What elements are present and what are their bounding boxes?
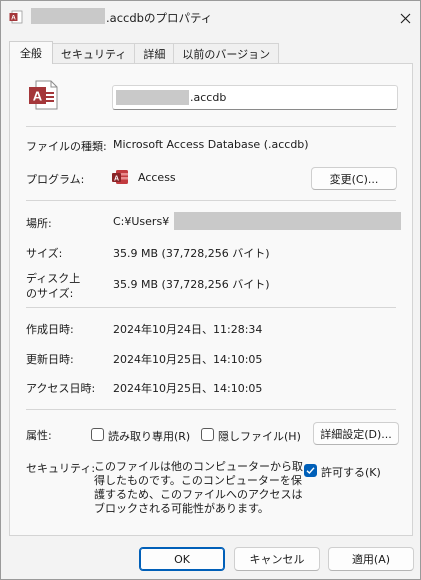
divider (26, 200, 396, 201)
location-value: C:¥Users¥ (113, 215, 170, 228)
ok-button[interactable]: OK (139, 547, 225, 571)
file-name-value: .accdb (190, 91, 227, 104)
checkmark-icon (306, 467, 315, 474)
close-icon (400, 13, 410, 23)
location-label: 場所: (26, 217, 52, 230)
window-title: .accdbのプロパティ (106, 11, 213, 25)
svg-text:A: A (114, 176, 119, 183)
tab-general[interactable]: 全般 (9, 41, 53, 64)
created-label: 作成日時: (26, 323, 74, 336)
divider (26, 409, 396, 410)
size-label: サイズ: (26, 247, 63, 260)
title-redaction (31, 8, 105, 24)
access-file-icon: A (9, 10, 23, 24)
accessed-label: アクセス日時: (26, 382, 96, 395)
unblock-checkbox[interactable] (304, 464, 317, 477)
created-value: 2024年10月24日、11:28:34 (113, 323, 263, 336)
apply-button[interactable]: 適用(A) (328, 547, 414, 571)
readonly-checkbox[interactable] (91, 428, 104, 441)
file-name-input[interactable]: .accdb (112, 85, 398, 110)
program-value: Access (138, 171, 176, 184)
file-type-value: Microsoft Access Database (.accdb) (113, 138, 309, 151)
divider (26, 126, 396, 127)
hidden-checkbox[interactable] (201, 428, 214, 441)
size-value: 35.9 MB (37,728,256 バイト) (113, 247, 270, 260)
disk-size-value: 35.9 MB (37,728,256 バイト) (113, 278, 270, 291)
svg-text:A: A (11, 15, 16, 22)
general-panel: A .accdb ファイルの種類: Microsoft Access Datab… (9, 63, 413, 536)
tab-previous-versions[interactable]: 以前のバージョン (173, 43, 280, 64)
access-file-icon: A (29, 80, 58, 110)
divider (26, 307, 396, 308)
hidden-label: 隠しファイル(H) (218, 430, 301, 443)
advanced-button[interactable]: 詳細設定(D)... (313, 422, 399, 445)
unblock-label: 許可する(K) (321, 466, 381, 479)
file-type-label: ファイルの種類: (26, 140, 107, 153)
modified-label: 更新日時: (26, 353, 74, 366)
tab-security[interactable]: セキュリティ (52, 43, 136, 64)
modified-value: 2024年10月25日、14:10:05 (113, 353, 263, 366)
properties-dialog: A .accdbのプロパティ 全般 セキュリティ 詳細 以前のバージョン A .… (0, 0, 421, 580)
access-app-icon: A (112, 170, 128, 184)
svg-text:A: A (33, 89, 43, 104)
cancel-button[interactable]: キャンセル (234, 547, 320, 571)
title-bar: A .accdbのプロパティ (1, 1, 420, 34)
change-program-button[interactable]: 変更(C)... (311, 167, 397, 190)
accessed-value: 2024年10月25日、14:10:05 (113, 382, 263, 395)
disk-size-label-line2: のサイズ: (26, 287, 74, 300)
location-redaction (174, 212, 401, 230)
tab-details[interactable]: 詳細 (134, 43, 175, 64)
tab-bar: 全般 セキュリティ 詳細 以前のバージョン (9, 41, 280, 64)
security-message: このファイルは他のコンピューターから取得したものです。このコンピューターを保護す… (94, 460, 303, 515)
disk-size-label-line1: ディスク上 (26, 272, 81, 285)
close-button[interactable] (392, 7, 418, 29)
readonly-label: 読み取り専用(R) (108, 430, 191, 443)
file-name-redaction (116, 90, 189, 105)
attributes-label: 属性: (26, 429, 52, 442)
program-label: プログラム: (26, 173, 85, 186)
security-label: セキュリティ: (26, 462, 96, 475)
